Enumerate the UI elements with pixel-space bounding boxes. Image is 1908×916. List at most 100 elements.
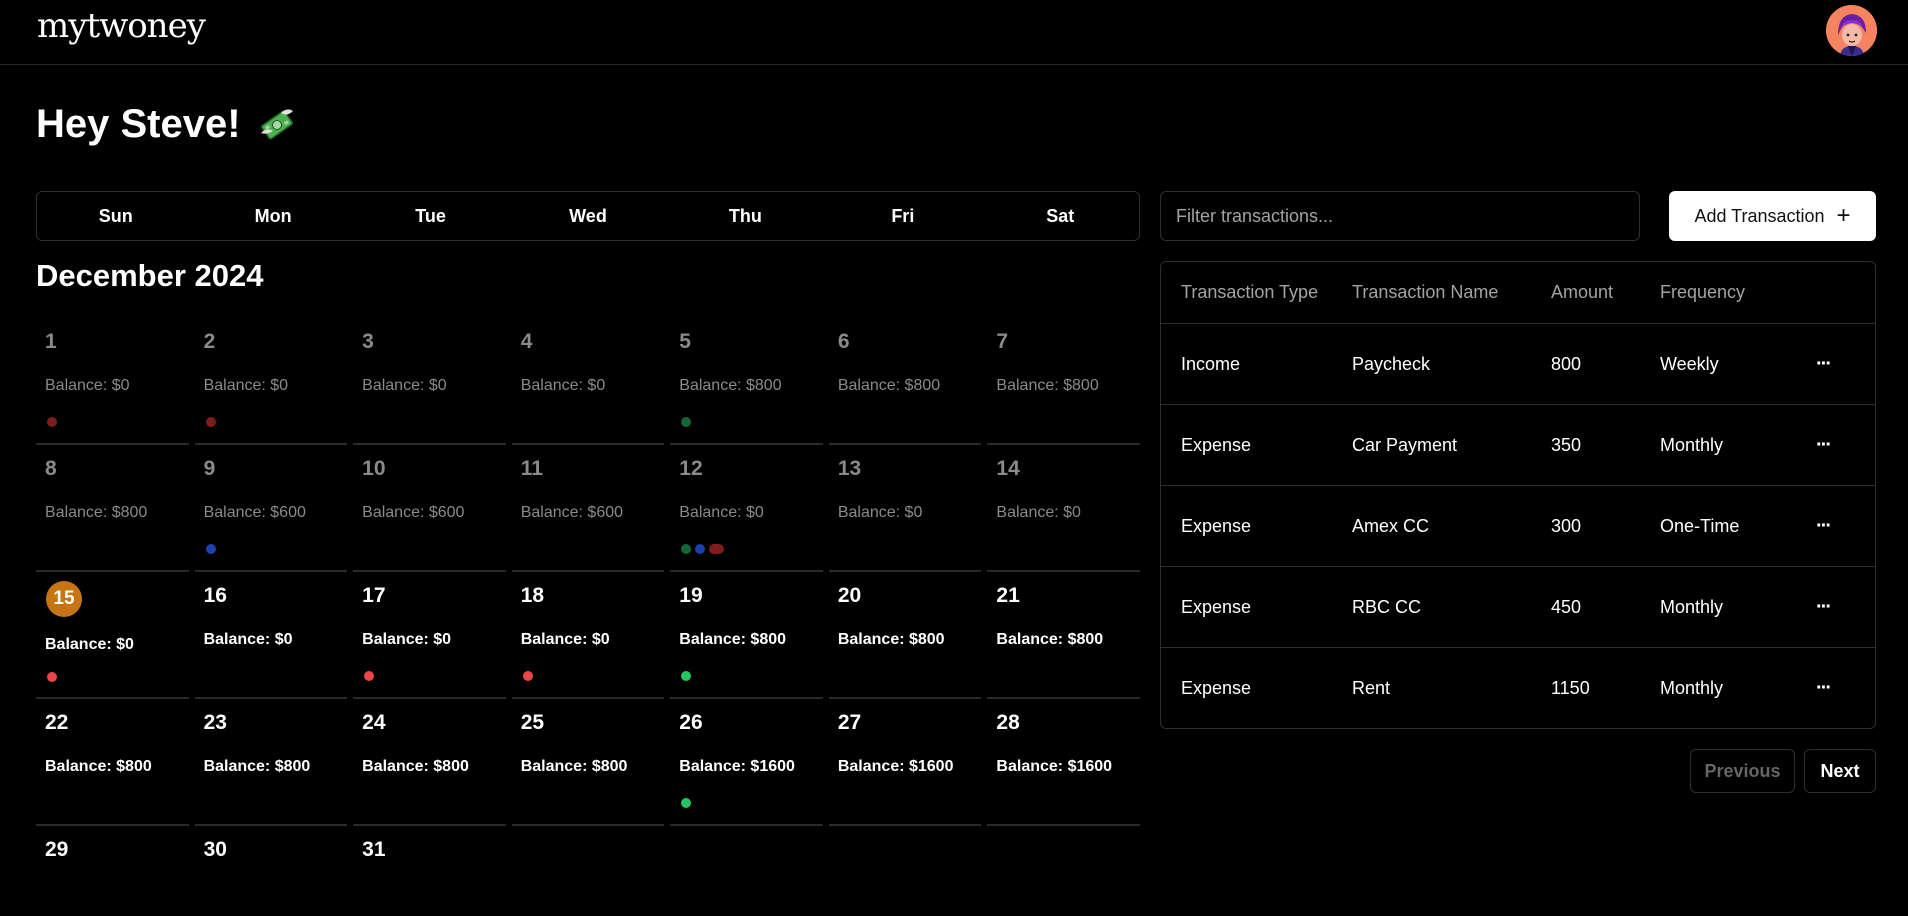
transactions-table: Transaction Type Transaction Name Amount… [1160,261,1876,729]
calendar-day[interactable]: 2 Balance: $0 [194,318,348,445]
transaction-indicators [681,671,692,681]
calendar-day[interactable]: 29 [36,826,189,916]
calendar-day[interactable]: 8 Balance: $800 [36,445,189,572]
weekday-fri: Fri [891,206,915,226]
day-number: 4 [520,330,533,353]
calendar-day[interactable]: 3 Balance: $0 [353,318,506,445]
next-page-button[interactable]: Next [1804,749,1876,793]
calendar-day[interactable]: 27 Balance: $1600 [828,699,982,826]
calendar-day[interactable]: 28 Balance: $1600 [987,699,1140,826]
day-number: 8 [45,457,57,480]
day-number: 27 [837,711,862,734]
day-number: 6 [837,330,850,353]
day-balance: Balance: $800 [837,631,945,648]
column-header-frequency[interactable]: Frequency [1660,282,1803,303]
cell-name: RBC CC [1352,596,1422,617]
transaction-dot [681,417,692,427]
weekday-mon: Mon [254,206,292,226]
month-title: December 2024 [36,258,264,293]
row-actions-more-icon[interactable]: ··· [1803,677,1843,700]
day-number: 28 [996,711,1020,734]
calendar-day[interactable]: 19 Balance: $800 [670,572,823,699]
row-actions-more-icon[interactable]: ··· [1803,515,1843,538]
day-balance: Balance: $1600 [679,758,795,775]
plus-icon: + [1836,202,1851,229]
calendar-day[interactable]: 15 Balance: $0 [36,572,189,699]
transaction-indicators [364,671,375,681]
weekday-header: Sun Mon Tue Wed Thu Fri Sat [36,191,1140,241]
table-row[interactable]: Income Paycheck 800 Weekly ··· [1161,323,1875,404]
calendar-day[interactable]: 18 Balance: $0 [511,572,665,699]
cell-type: Expense [1181,596,1252,617]
previous-page-button[interactable]: Previous [1690,749,1795,793]
day-number: 17 [362,584,386,607]
day-number: 21 [996,584,1020,607]
add-transaction-button[interactable]: Add Transaction + [1669,191,1876,241]
transaction-dot [681,798,692,808]
calendar-day[interactable]: 11 Balance: $600 [511,445,665,572]
row-actions-more-icon[interactable]: ··· [1803,596,1843,619]
day-balance: Balance: $0 [520,377,606,394]
transaction-dot [47,417,57,427]
transaction-dot [364,671,375,681]
table-row[interactable]: Expense Rent 1150 Monthly ··· [1161,647,1875,728]
day-number: 3 [362,330,374,353]
day-number: 14 [996,457,1020,480]
day-balance: Balance: $800 [45,504,148,521]
calendar-day[interactable]: 1 Balance: $0 [36,318,189,445]
table-row[interactable]: Expense RBC CC 450 Monthly ··· [1161,566,1875,647]
calendar-day[interactable]: 25 Balance: $800 [511,699,665,826]
calendar-day[interactable]: 26 Balance: $1600 [670,699,823,826]
calendar-day[interactable]: 7 Balance: $800 [987,318,1140,445]
calendar-day[interactable]: 22 Balance: $800 [36,699,189,826]
cell-frequency: Monthly [1660,596,1724,617]
column-header-amount[interactable]: Amount [1551,282,1660,303]
day-balance: Balance: $0 [362,631,452,648]
cell-name: Amex CC [1352,515,1430,536]
calendar-day[interactable]: 4 Balance: $0 [511,318,665,445]
table-header-row: Transaction Type Transaction Name Amount… [1161,262,1875,323]
calendar-day[interactable]: 20 Balance: $800 [828,572,982,699]
calendar-day[interactable]: 5 Balance: $800 [670,318,823,445]
weekday-sun: Sun [98,206,133,226]
greeting-heading: Hey Steve! [36,102,297,147]
transaction-indicators [47,417,57,427]
calendar-day[interactable]: 10 Balance: $600 [353,445,506,572]
row-actions-more-icon[interactable]: ··· [1803,434,1843,457]
table-row[interactable]: Expense Car Payment 350 Monthly ··· [1161,404,1875,485]
cell-name: Car Payment [1352,434,1458,455]
calendar-day[interactable]: 14 Balance: $0 [987,445,1140,572]
app-logo[interactable]: mytwoney [37,6,206,46]
day-balance: Balance: $0 [203,377,289,394]
calendar-day[interactable]: 13 Balance: $0 [828,445,982,572]
calendar-day[interactable]: 21 Balance: $800 [987,572,1140,699]
day-number: 25 [520,711,545,734]
top-bar: mytwoney [0,0,1908,65]
calendar-day[interactable]: 24 Balance: $800 [353,699,506,826]
day-balance: Balance: $1600 [837,758,954,775]
money-with-wings-icon [260,108,293,140]
row-actions-more-icon[interactable]: ··· [1803,353,1843,376]
cell-amount: 350 [1551,434,1582,455]
calendar-day[interactable]: 12 Balance: $0 [670,445,823,572]
column-header-type[interactable]: Transaction Type [1161,282,1352,303]
day-number: 5 [679,330,691,353]
calendar-day[interactable]: 6 Balance: $800 [828,318,982,445]
weekday-sat: Sat [1046,206,1075,226]
calendar-day[interactable]: 9 Balance: $600 [194,445,348,572]
calendar-day[interactable]: 17 Balance: $0 [353,572,506,699]
transaction-indicators [205,544,216,554]
filter-transactions-input[interactable] [1160,191,1640,241]
calendar-day[interactable]: 31 [353,826,506,916]
calendar-day[interactable]: 16 Balance: $0 [194,572,348,699]
day-number: 15 [46,581,82,617]
weekday-wed: Wed [569,206,607,226]
day-number: 1 [45,330,57,353]
day-number: 18 [520,584,545,607]
calendar-day[interactable]: 30 [195,826,348,916]
column-header-name[interactable]: Transaction Name [1352,282,1551,303]
transaction-indicators [47,672,57,682]
calendar-day[interactable]: 23 Balance: $800 [194,699,348,826]
table-row[interactable]: Expense Amex CC 300 One-Time ··· [1161,485,1875,566]
user-avatar[interactable] [1826,5,1877,56]
